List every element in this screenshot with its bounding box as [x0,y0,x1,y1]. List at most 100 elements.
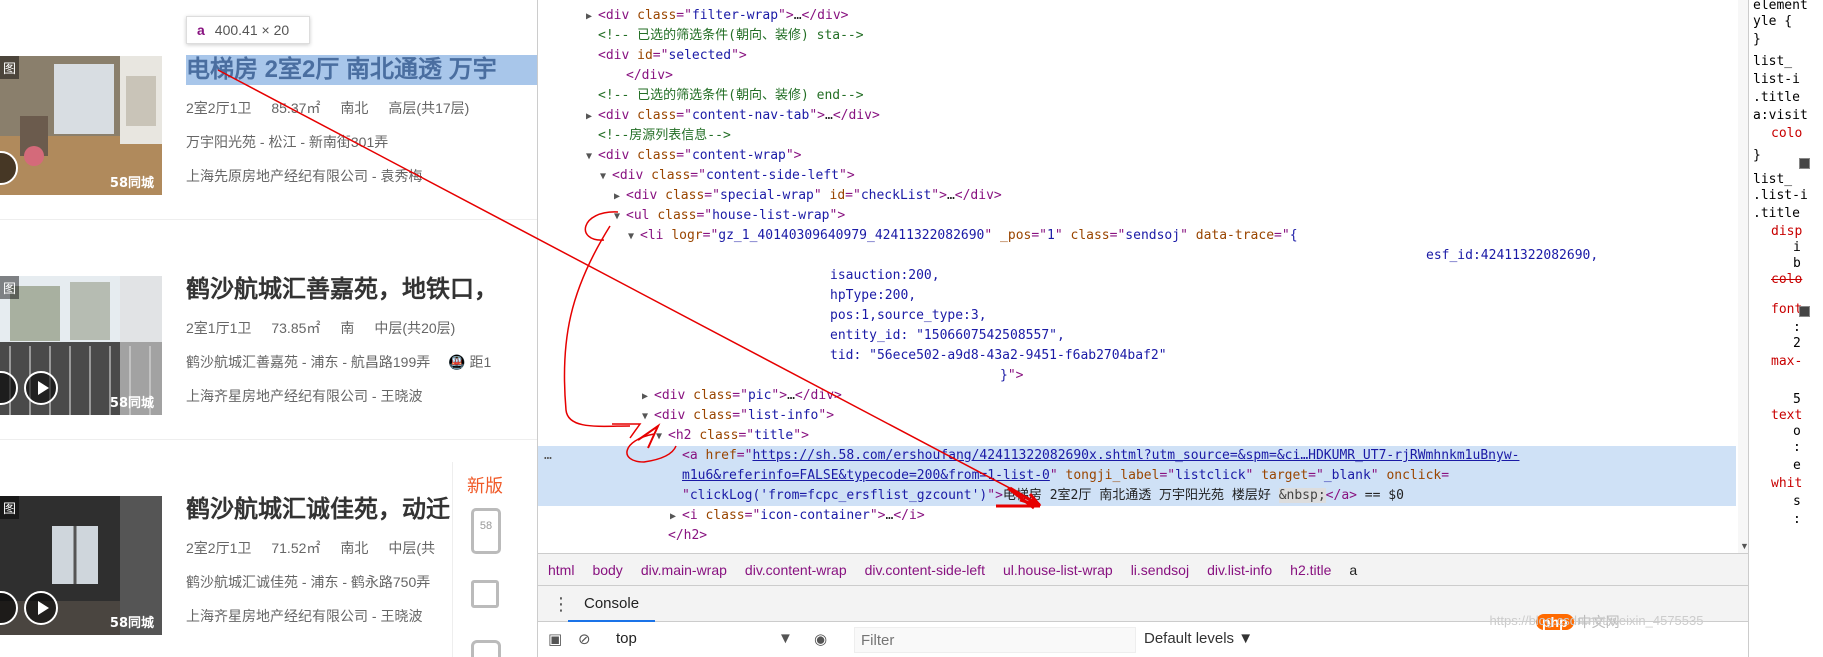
dom-node-row[interactable]: <!--房源列表信息--> [538,126,1736,146]
style-rule-line[interactable]: 2 [1793,334,1801,354]
style-rule-line[interactable]: .title [1753,204,1800,224]
breadcrumb-item[interactable]: li.sendsoj [1131,562,1189,578]
dom-node-row[interactable]: ▼ <li logr="gz_1_40140309640979_424113220… [538,226,1736,246]
expand-triangle-icon[interactable]: ▶ [670,507,682,527]
color-swatch-icon[interactable] [1799,306,1810,317]
message-icon[interactable] [471,640,501,657]
dom-node-row[interactable]: ▶ <i class="icon-container">…</i> [538,506,1736,526]
dom-node-row[interactable]: "clickLog('from=fcpc_ersflist_gzcount')"… [538,486,1736,506]
color-swatch-icon[interactable] [1799,158,1810,169]
breadcrumb-item[interactable]: ul.house-list-wrap [1003,562,1113,578]
dom-node-row[interactable]: }"> [538,366,1736,386]
listing-location[interactable]: 鹤沙航城汇善嘉苑 - 浦东 - 航昌路199弄 🚇 距1 [186,352,491,372]
breadcrumb-item[interactable]: html [548,562,574,578]
style-rule-line[interactable]: font [1771,300,1802,320]
dom-node-row[interactable]: ▼ <div class="content-wrap"> [538,146,1736,166]
dom-node-row[interactable]: </div> [538,66,1736,86]
play-video-icon[interactable] [24,371,58,405]
styles-pane[interactable]: element yle {} list_ list-i .title a:visit col… [1748,0,1823,657]
style-rule-line[interactable]: : [1793,438,1801,458]
log-levels-select[interactable]: Default levels ▼ [1144,630,1253,647]
collapse-triangle-icon[interactable]: ▼ [642,407,654,427]
breadcrumb-item[interactable]: div.list-info [1207,562,1272,578]
new-version-button[interactable]: 新版 [467,472,503,498]
filter-input[interactable] [854,627,1136,653]
dom-node-row[interactable]: pos:1,source_type:3, [538,306,1736,326]
dom-node-row[interactable]: esf_id:42411322082690, [538,246,1736,266]
dom-node-row[interactable]: ▶ <div class="pic">…</div> [538,386,1736,406]
context-select[interactable]: top [616,630,637,647]
sidebar-toggle-icon[interactable]: ▣ [548,630,562,648]
dom-node-row[interactable]: ▼ <ul class="house-list-wrap"> [538,206,1736,226]
collapse-triangle-icon[interactable]: ▼ [614,207,626,227]
listing-location[interactable]: 鹤沙航城汇诚佳苑 - 浦东 - 鹤永路750弄 [186,572,430,592]
code-token[interactable]: https://sh.58.com/ershoufang/42411322082… [752,448,1519,463]
context-dropdown-icon[interactable]: ▼ [778,630,793,647]
dom-node-row[interactable]: m1u6&referinfo=FALSE&typecode=200&from=1… [538,466,1736,486]
style-rule-line[interactable]: } [1753,30,1761,50]
style-rule-line[interactable]: max- [1771,352,1802,372]
style-rule-line[interactable]: .list-i [1753,186,1808,206]
style-rule-line[interactable]: .title [1753,88,1800,108]
breadcrumb-item[interactable]: div.content-side-left [865,562,985,578]
style-rule-line[interactable]: whit [1771,474,1802,494]
dom-node-row[interactable]: ▶ <div class="content-nav-tab">…</div> [538,106,1736,126]
style-rule-line[interactable]: list_ [1753,52,1792,72]
collapse-triangle-icon[interactable]: ▼ [600,167,612,187]
listing-photo[interactable]: 图 58同城 [0,276,162,415]
dom-node-row[interactable]: entity_id: "1506607542508557", [538,326,1736,346]
style-rule-line[interactable]: colo [1771,270,1802,290]
dom-node-row[interactable]: <div id="selected"> [538,46,1736,66]
style-rule-line[interactable]: colo [1771,124,1802,144]
listing-title[interactable]: 鹤沙航城汇善嘉苑，地铁口， [186,275,498,305]
tab-console[interactable]: Console [568,586,656,622]
elements-scrollbar[interactable]: ▼ [1738,0,1749,553]
dom-node-row[interactable]: ▼ <h2 class="title"> [538,426,1736,446]
node-actions-icon[interactable]: … [544,446,552,466]
code-token[interactable]: m1u6&referinfo=FALSE&typecode=200&from=1… [682,468,1050,483]
style-rule-line[interactable]: yle { [1753,12,1792,32]
mobile-app-icon[interactable]: 58 [471,508,501,554]
dom-node-row[interactable]: <!-- 已选的筛选条件(朝向、装修) end--> [538,86,1736,106]
collapse-triangle-icon[interactable]: ▼ [656,427,668,447]
dom-node-row[interactable]: ▼ <div class="list-info"> [538,406,1736,426]
listing-photo[interactable]: 图 58同城 [0,496,162,635]
play-video-icon[interactable] [24,591,58,625]
expand-triangle-icon[interactable]: ▶ [586,107,598,127]
dom-node-row[interactable]: … <a href="https://sh.58.com/ershoufang/4… [538,446,1736,466]
breadcrumb-item[interactable]: div.content-wrap [745,562,847,578]
dom-node-row[interactable]: tid: "56ece502-a9d8-43a2-9451-f6ab2704ba… [538,346,1736,366]
style-rule-line[interactable]: } [1753,146,1761,166]
eye-icon[interactable]: ◉ [814,630,827,648]
style-rule-line[interactable]: list-i [1753,70,1800,90]
expand-triangle-icon[interactable]: ▶ [586,7,598,27]
dom-node-row[interactable]: isauction:200, [538,266,1736,286]
listing-title[interactable]: 电梯房 2室2厅 南北通透 万宇 [186,55,537,85]
dom-node-row[interactable]: ▶ <div class="special-wrap" id="checkList… [538,186,1736,206]
collapse-triangle-icon[interactable]: ▼ [628,227,640,247]
elements-tree[interactable]: ▶ <div class="filter-wrap">…</div> <!-- 已选… [538,0,1736,553]
breadcrumb-item[interactable]: body [592,562,622,578]
expand-triangle-icon[interactable]: ▶ [614,187,626,207]
dom-node-row[interactable]: hpType:200, [538,286,1736,306]
edit-icon[interactable] [471,580,499,608]
collapse-triangle-icon[interactable]: ▼ [586,147,598,167]
dom-node-row[interactable]: <!-- 已选的筛选条件(朝向、装修) sta--> [538,26,1736,46]
dom-node-row[interactable]: </h2> [538,526,1736,546]
style-rule-line[interactable]: s [1793,492,1801,512]
style-rule-line[interactable]: : [1793,510,1801,530]
dom-node-row[interactable]: ▶ <div class="filter-wrap">…</div> [538,6,1736,26]
clear-console-icon[interactable]: ⊘ [578,630,591,648]
style-rule-line[interactable]: a:visit [1753,106,1808,126]
breadcrumb-item[interactable]: h2.title [1290,562,1331,578]
list-item[interactable]: 图 58同城 鹤沙航城汇善嘉苑，地铁口， 2室1厅1卫 73.85㎡南中层(共20… [0,230,537,440]
style-rule-line[interactable]: e [1793,456,1801,476]
expand-triangle-icon[interactable]: ▶ [642,387,654,407]
listing-photo[interactable]: 图 58同城 [0,56,162,195]
code-token: </div> [794,388,842,403]
listing-title[interactable]: 鹤沙航城汇诚佳苑，动迁 [186,495,450,525]
listing-location[interactable]: 万宇阳光苑 - 松江 - 新南街301弄 [186,132,388,152]
breadcrumb-item[interactable]: a [1349,562,1357,578]
breadcrumb-item[interactable]: div.main-wrap [641,562,727,578]
dom-node-row[interactable]: ▼ <div class="content-side-left"> [538,166,1736,186]
